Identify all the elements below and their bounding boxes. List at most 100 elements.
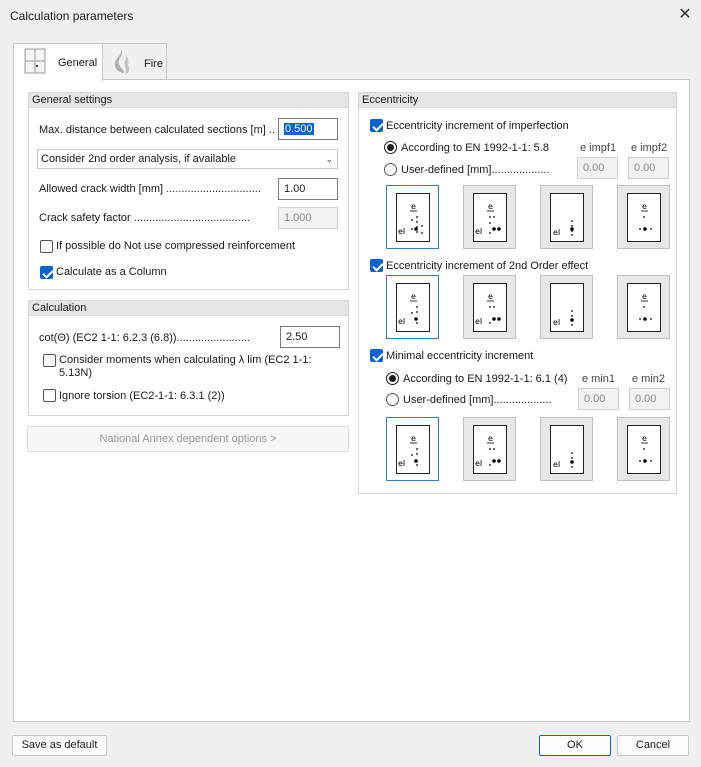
thumb-ei-label: eI xyxy=(398,227,405,236)
tab-general[interactable]: General xyxy=(13,43,103,81)
imperfection-option-1[interactable]: e eI xyxy=(386,185,439,249)
imperfection-option-2[interactable]: e eI xyxy=(463,185,516,249)
svg-text:e: e xyxy=(411,434,416,443)
cancel-button[interactable]: Cancel xyxy=(617,735,689,756)
svg-text:eI: eI xyxy=(475,227,482,236)
e-min2-label: e min2 xyxy=(632,373,666,385)
section-diagram-icon: e eI xyxy=(398,292,418,326)
svg-text:e: e xyxy=(642,292,647,301)
second-order-label: Eccentricity increment of 2nd Order effe… xyxy=(386,260,589,272)
second-order-option-3[interactable]: eI xyxy=(540,275,593,339)
section-diagram-icon: eI xyxy=(553,220,574,237)
svg-text:eI: eI xyxy=(398,317,405,326)
national-annex-button[interactable]: National Annex dependent options > xyxy=(27,426,349,452)
max-distance-value: 0.500 xyxy=(284,123,314,135)
imperfection-checkbox[interactable] xyxy=(370,119,383,132)
minimal-checkbox[interactable] xyxy=(370,349,383,362)
crack-safety-input[interactable]: 1.000 xyxy=(278,207,338,229)
section-diagram-icon: e eI xyxy=(398,434,418,468)
fire-icon xyxy=(114,50,130,74)
no-compressed-checkbox[interactable] xyxy=(40,240,53,253)
analysis-dropdown[interactable]: Consider 2nd order analysis, if availabl… xyxy=(37,149,338,169)
svg-text:e: e xyxy=(642,202,647,211)
cot-input[interactable]: 2.50 xyxy=(280,326,340,348)
svg-text:e: e xyxy=(642,434,647,443)
window-title: Calculation parameters xyxy=(10,9,134,23)
imperfection-standard-radio[interactable] xyxy=(384,141,397,154)
e-min2-input[interactable]: 0.00 xyxy=(629,388,670,410)
svg-text:eI: eI xyxy=(398,459,405,468)
analysis-dropdown-value: Consider 2nd order analysis, if availabl… xyxy=(41,153,237,165)
svg-text:e: e xyxy=(488,292,493,301)
imperfection-user-radio[interactable] xyxy=(384,163,397,176)
svg-text:e: e xyxy=(488,434,493,443)
svg-text:e: e xyxy=(488,202,493,211)
imperfection-option-4[interactable]: e xyxy=(617,185,670,249)
svg-text:eI: eI xyxy=(553,460,560,469)
second-order-checkbox[interactable] xyxy=(370,259,383,272)
second-order-option-1[interactable]: e eI xyxy=(386,275,439,339)
crack-width-input[interactable]: 1.00 xyxy=(278,178,338,200)
minimal-option-4[interactable]: e xyxy=(617,417,670,481)
title-bar: Calculation parameters ✕ xyxy=(0,0,701,31)
imperfection-label: Eccentricity increment of imperfection xyxy=(386,120,569,132)
thumb-e-label: e xyxy=(411,202,416,211)
eccentricity-group: Eccentricity Eccentricity increment of i… xyxy=(358,92,677,494)
minimal-option-1[interactable]: e eI xyxy=(386,417,439,481)
minimal-option-2[interactable]: e eI xyxy=(463,417,516,481)
torsion-label: Ignore torsion (EC2-1-1: 6.3.1 (2)) xyxy=(59,390,225,402)
minimal-label: Minimal eccentricity increment xyxy=(386,350,534,362)
as-column-label: Calculate as a Column xyxy=(56,266,167,278)
second-order-option-2[interactable]: e eI xyxy=(463,275,516,339)
section-diagram-icon: e eI xyxy=(475,202,501,236)
general-settings-header: General settings xyxy=(29,93,348,108)
torsion-checkbox[interactable] xyxy=(43,389,56,402)
section-diagram-icon: e xyxy=(639,434,652,463)
svg-text:eI: eI xyxy=(553,318,560,327)
chevron-down-icon: ⌄ xyxy=(325,154,333,164)
minimal-user-label: User-defined [mm]................... xyxy=(403,394,552,406)
no-compressed-label: If possible do Not use compressed reinfo… xyxy=(56,240,296,252)
e-min1-label: e min1 xyxy=(582,373,616,385)
second-order-option-4[interactable]: e xyxy=(617,275,670,339)
tab-fire[interactable]: Fire xyxy=(102,43,167,80)
section-diagram-icon: e eI xyxy=(475,434,501,468)
minimal-standard-label: According to EN 1992-1-1: 6.1 (4) xyxy=(403,373,568,385)
imperfection-user-label: User-defined [mm]................... xyxy=(401,164,550,176)
ok-button[interactable]: OK xyxy=(539,735,611,756)
section-diagram-icon: e eI xyxy=(475,292,501,326)
minimal-standard-radio[interactable] xyxy=(386,372,399,385)
imperfection-standard-label: According to EN 1992-1-1: 5.8 xyxy=(401,142,549,154)
tab-fire-label: Fire xyxy=(144,58,163,70)
eccentricity-header: Eccentricity xyxy=(359,93,676,108)
svg-text:e: e xyxy=(411,292,416,301)
close-icon[interactable]: ✕ xyxy=(675,5,695,25)
e-impf2-label: e impf2 xyxy=(631,142,668,154)
section-diagram-icon: eI xyxy=(553,452,574,469)
cot-label: cot(Θ) (EC2 1-1: 6.2.3 (6.8))...........… xyxy=(39,332,250,344)
tab-content-general: General settings Max. distance between c… xyxy=(13,79,690,722)
section-diagram-icon: eI xyxy=(553,310,574,327)
e-impf1-input[interactable]: 0.00 xyxy=(577,157,618,179)
moments-checkbox[interactable] xyxy=(43,354,56,367)
svg-text:eI: eI xyxy=(553,228,560,237)
moments-label: Consider moments when calculating λ lim … xyxy=(59,354,312,366)
minimal-option-3[interactable]: eI xyxy=(540,417,593,481)
calculation-header: Calculation xyxy=(29,301,348,316)
crack-width-label: Allowed crack width [mm] ...............… xyxy=(39,183,261,195)
svg-text:eI: eI xyxy=(475,317,482,326)
moments-label-cont: 5.13N) xyxy=(59,367,93,379)
tab-general-label: General xyxy=(58,57,98,69)
max-distance-input[interactable]: 0.500 xyxy=(278,118,338,140)
section-diagram-icon: e xyxy=(639,292,652,321)
as-column-checkbox[interactable] xyxy=(40,266,53,279)
section-diagram-icon: e eI xyxy=(398,202,423,236)
calculation-group: Calculation cot(Θ) (EC2 1-1: 6.2.3 (6.8)… xyxy=(28,300,349,416)
e-impf2-input[interactable]: 0.00 xyxy=(628,157,669,179)
save-as-default-button[interactable]: Save as default xyxy=(12,735,107,756)
minimal-user-radio[interactable] xyxy=(386,393,399,406)
general-settings-group: General settings Max. distance between c… xyxy=(28,92,349,290)
section-grid-icon xyxy=(24,48,46,74)
imperfection-option-3[interactable]: eI xyxy=(540,185,593,249)
e-min1-input[interactable]: 0.00 xyxy=(578,388,619,410)
